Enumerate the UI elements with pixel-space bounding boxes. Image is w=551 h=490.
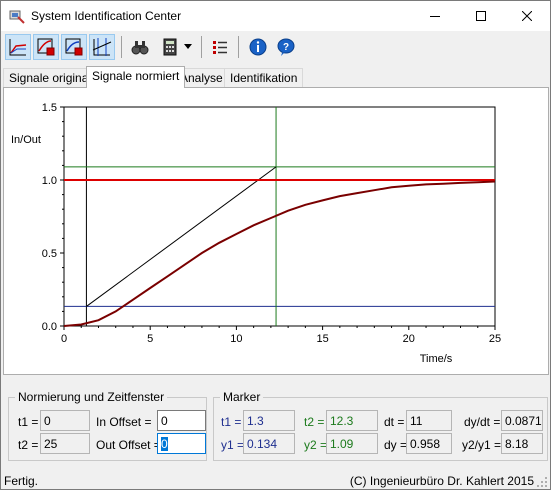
- marker-cursor-icon: [92, 38, 112, 56]
- y-tick-label: 1.5: [42, 102, 57, 114]
- fit-plot-icon: [65, 38, 83, 56]
- tab-bar: Signale original Signale normiert Analys…: [1, 66, 550, 88]
- dt-value: 11: [406, 410, 452, 431]
- plot-frame: [63, 106, 496, 327]
- copyright-text: (C) Ingenieurbüro Dr. Kahlert 2015: [349, 474, 534, 488]
- in-offset-input[interactable]: 0: [157, 410, 206, 431]
- x-tick-label: 25: [489, 333, 501, 345]
- binoculars-icon: [131, 41, 149, 55]
- dy-label: dy =: [384, 438, 408, 452]
- toolbar-separator: [238, 36, 239, 58]
- marker-y2-label: y2 =: [304, 438, 328, 452]
- maximize-button[interactable]: [458, 1, 504, 31]
- dydt-value: 0.0871: [501, 410, 543, 431]
- y-axis-label: In/Out: [11, 134, 41, 146]
- x-axis-label: Time/s: [420, 353, 453, 365]
- marker-group: Marker t1 = 1.3 t2 = 12.3 dt = 11 dy/dt …: [213, 390, 548, 461]
- in-offset-label: In Offset =: [96, 415, 152, 429]
- app-window: System Identification Center ? Signale o…: [0, 0, 551, 490]
- ratio-label: y2/y1 =: [462, 438, 502, 452]
- help-button[interactable]: ?: [273, 34, 299, 60]
- tab-signale-normiert[interactable]: Signale normiert: [86, 66, 186, 88]
- dydt-label: dy/dt =: [464, 415, 501, 429]
- out-offset-label: Out Offset =: [96, 438, 161, 452]
- marker-cursor-button[interactable]: [89, 34, 115, 60]
- x-tick-label: 15: [316, 333, 328, 345]
- out-offset-selection: 0: [161, 437, 168, 451]
- marker-t1-label: t1 =: [221, 415, 242, 429]
- normalization-group-title: Normierung und Zeitfenster: [15, 390, 168, 404]
- marker-y1-label: y1 =: [221, 438, 245, 452]
- svg-text:?: ?: [283, 42, 289, 53]
- info-icon: [249, 38, 267, 56]
- y-tick-label: 0.0: [42, 321, 57, 333]
- minimize-button[interactable]: [412, 1, 458, 31]
- status-bar: Fertig. (C) Ingenieurbüro Dr. Kahlert 20…: [1, 471, 550, 490]
- status-text: Fertig.: [4, 474, 39, 488]
- list-settings-icon: [213, 41, 227, 54]
- app-icon: [9, 10, 25, 24]
- normalization-group: Normierung und Zeitfenster t1 = 0 In Off…: [8, 390, 207, 461]
- norm-t1-value: 0: [40, 410, 90, 431]
- dt-label: dt =: [384, 415, 405, 429]
- x-tick-label: 20: [403, 333, 415, 345]
- maximize-icon: [476, 11, 486, 21]
- marker-y1-value: 0.134: [243, 433, 295, 454]
- resize-grip-icon[interactable]: [537, 477, 548, 488]
- toolbar: ?: [1, 32, 550, 64]
- marker-t2-value: 12.3: [326, 410, 378, 431]
- dropdown-arrow-icon: [184, 44, 192, 49]
- norm-t1-label: t1 =: [18, 415, 39, 429]
- fit-plot-button[interactable]: [61, 34, 87, 60]
- info-button[interactable]: [245, 34, 271, 60]
- tab-identifikation[interactable]: Identifikation: [224, 68, 304, 87]
- calculator-icon: [163, 38, 177, 56]
- y-tick-label: 1.0: [42, 175, 57, 187]
- x-tick-label: 0: [61, 333, 67, 345]
- list-settings-button[interactable]: [207, 34, 233, 60]
- binoculars-button[interactable]: [127, 34, 153, 60]
- step-plot-icon: [37, 38, 55, 56]
- calculator-dropdown[interactable]: [181, 34, 195, 60]
- marker-t2-label: t2 =: [304, 415, 325, 429]
- calculator-button[interactable]: [157, 34, 183, 60]
- help-icon: ?: [277, 38, 295, 56]
- step-plot-button[interactable]: [33, 34, 59, 60]
- marker-group-title: Marker: [220, 390, 264, 404]
- minimize-icon: [430, 16, 440, 17]
- close-icon: [522, 11, 532, 21]
- tab-signale-original[interactable]: Signale original: [3, 68, 98, 87]
- toolbar-separator: [121, 36, 122, 58]
- signal-chart[interactable]: 0 5 10 15 20 25 0.0 0.5 1.0 1.5 In/Out Time/s: [6, 90, 546, 372]
- marker-y2-value: 1.09: [326, 433, 378, 454]
- title-bar: System Identification Center: [1, 1, 550, 31]
- chart-panel: 0 5 10 15 20 25 0.0 0.5 1.0 1.5 In/Out Time/s: [3, 87, 549, 375]
- norm-t2-label: t2 =: [18, 438, 39, 452]
- toolbar-separator: [201, 36, 202, 58]
- dy-value: 0.958: [406, 433, 452, 454]
- signal-plot-icon: [9, 39, 27, 56]
- close-button[interactable]: [504, 1, 550, 31]
- x-tick-label: 5: [147, 333, 153, 345]
- out-offset-input[interactable]: 0: [157, 433, 206, 454]
- x-tick-label: 10: [230, 333, 242, 345]
- window-title: System Identification Center: [31, 9, 182, 23]
- norm-t2-value: 25: [40, 433, 90, 454]
- y-tick-label: 0.5: [42, 248, 57, 260]
- ratio-value: 8.18: [501, 433, 543, 454]
- signal-plot-button[interactable]: [5, 34, 31, 60]
- marker-t1-value: 1.3: [243, 410, 295, 431]
